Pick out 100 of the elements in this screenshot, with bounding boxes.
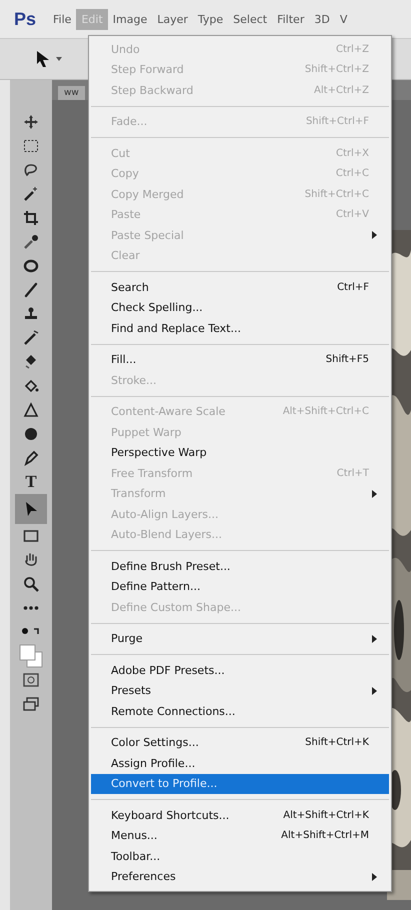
menu-item[interactable]: Search Ctrl+F bbox=[91, 277, 389, 298]
tool-button[interactable] bbox=[15, 494, 47, 524]
caret-icon[interactable] bbox=[56, 57, 62, 61]
arrow-icon bbox=[24, 501, 38, 517]
menu-item-label: Adobe PDF Presets... bbox=[111, 664, 226, 677]
shortcut-label: Alt+Shift+Ctrl+K bbox=[283, 810, 369, 821]
menu-item-label: Menus... bbox=[111, 829, 158, 842]
menu-item-label: Define Custom Shape... bbox=[111, 600, 242, 614]
submenu-arrow-icon bbox=[372, 634, 377, 643]
menu-item[interactable]: Preferences bbox=[91, 866, 389, 887]
menu-item-label: Perspective Warp bbox=[111, 446, 208, 460]
eyedropper-icon bbox=[23, 234, 39, 250]
menu-item[interactable]: Define Brush Preset... bbox=[91, 556, 389, 576]
menu-item-label: Define Pattern... bbox=[111, 580, 202, 594]
zoom-icon bbox=[23, 576, 39, 592]
menu-item-label: Convert to Profile... bbox=[111, 777, 218, 790]
hand-icon bbox=[23, 552, 39, 568]
menu-item-label: Content-Aware Scale bbox=[111, 405, 226, 418]
submenu-arrow-icon bbox=[372, 872, 377, 881]
move-icon bbox=[23, 114, 39, 130]
arrow-icon[interactable] bbox=[36, 50, 50, 68]
menu-item-label: Free Transform bbox=[111, 466, 194, 480]
menu-item-label: Presets bbox=[111, 684, 152, 698]
menu-item[interactable]: Define Pattern... bbox=[91, 576, 389, 597]
shortcut-label: Ctrl+X bbox=[336, 148, 369, 159]
menu-item-label: Keyboard Shortcuts... bbox=[111, 808, 230, 822]
menu-item-label: Transform bbox=[111, 487, 167, 500]
crop-icon bbox=[23, 210, 39, 226]
shortcut-label: Shift+F5 bbox=[326, 354, 369, 366]
menu-item-label: Paste Special bbox=[111, 228, 185, 242]
shortcut-label: Ctrl+F bbox=[337, 282, 369, 293]
color-swatches-icon bbox=[18, 643, 44, 669]
menu-item-label: Copy Merged bbox=[111, 188, 185, 201]
menu-bar-item[interactable]: Type bbox=[192, 8, 228, 30]
app-logo: Ps bbox=[14, 8, 36, 30]
ring-icon bbox=[23, 259, 39, 273]
shortcut-label: Shift+Ctrl+F bbox=[306, 116, 369, 128]
menu-bar-item[interactable]: Filter bbox=[272, 8, 310, 30]
menu-item[interactable]: Toolbar... bbox=[91, 846, 389, 866]
shortcut-label: Ctrl+V bbox=[336, 209, 369, 220]
menu-item-label: Step Forward bbox=[111, 63, 185, 76]
menu-bar-item[interactable]: V bbox=[334, 8, 352, 30]
menu-item-label: Fade... bbox=[111, 115, 148, 128]
menu-item-label: Stroke... bbox=[111, 374, 158, 387]
shortcut-label: Alt+Ctrl+Z bbox=[314, 84, 369, 96]
shortcut-label: Ctrl+C bbox=[336, 168, 369, 180]
menu-item-label: Puppet Warp bbox=[111, 426, 182, 439]
pen-icon bbox=[23, 450, 39, 466]
brush-icon bbox=[23, 282, 39, 298]
menu-item-label: Preferences bbox=[111, 870, 177, 884]
menu-item[interactable]: Presets bbox=[91, 680, 389, 701]
menu-item-label: Toolbar... bbox=[111, 850, 162, 863]
menu-item[interactable]: Perspective Warp bbox=[91, 442, 389, 463]
menu-item-label: Remote Connections... bbox=[111, 704, 236, 718]
menu-bar-item[interactable]: File bbox=[48, 8, 76, 30]
menu-item[interactable]: Check Spelling... bbox=[91, 298, 389, 318]
type-tool-label: T bbox=[25, 472, 37, 492]
menu-item-label: Purge bbox=[111, 632, 144, 646]
menu-item-label: Cut bbox=[111, 146, 131, 160]
menu-item[interactable]: Convert to Profile... bbox=[91, 774, 389, 794]
shortcut-label: Ctrl+Z bbox=[336, 44, 369, 55]
menu-item[interactable]: Menus... Alt+Shift+Ctrl+M bbox=[91, 826, 389, 846]
mask-icon bbox=[23, 673, 39, 687]
screen-mode-icon bbox=[23, 697, 39, 711]
document-tab[interactable]: ww bbox=[58, 86, 85, 100]
menu-item[interactable]: Color Settings... Shift+Ctrl+K bbox=[91, 732, 389, 753]
rectangle-icon bbox=[23, 529, 39, 543]
menu-item-label: Step Backward bbox=[111, 84, 194, 97]
menu-item[interactable]: Adobe PDF Presets... bbox=[91, 660, 389, 680]
bucket-icon bbox=[23, 378, 39, 394]
submenu-arrow-icon bbox=[372, 490, 377, 498]
menu-item-label: Assign Profile... bbox=[111, 756, 196, 770]
menu-bar-item[interactable]: Image bbox=[108, 8, 152, 30]
menu-item-label: Define Brush Preset... bbox=[111, 560, 232, 573]
shortcut-label: Shift+Ctrl+Z bbox=[304, 64, 369, 76]
menu-bar-item[interactable]: Layer bbox=[152, 8, 193, 30]
menu-item[interactable]: Fill... Shift+F5 bbox=[91, 350, 389, 370]
menu-item-label: Auto-Blend Layers... bbox=[111, 528, 224, 542]
triangle-icon bbox=[23, 402, 39, 418]
menu-item[interactable]: Assign Profile... bbox=[91, 753, 389, 774]
marquee-icon bbox=[23, 139, 39, 153]
menu-item[interactable]: Keyboard Shortcuts... Alt+Shift+Ctrl+K bbox=[91, 805, 389, 826]
menu-item-label: Color Settings... bbox=[111, 736, 200, 750]
submenu-arrow-icon bbox=[372, 686, 377, 695]
shortcut-label: Shift+Ctrl+K bbox=[305, 737, 369, 748]
wand-icon bbox=[23, 186, 39, 202]
menu-item-label: Fill... bbox=[111, 353, 138, 366]
menu-item-label: Find and Replace Text... bbox=[111, 322, 242, 335]
stamp-icon bbox=[23, 306, 39, 322]
tool-button[interactable]: T bbox=[15, 470, 47, 494]
menu-item[interactable]: Remote Connections... bbox=[91, 701, 389, 722]
menu-item-label: Auto-Align Layers... bbox=[111, 508, 220, 521]
menu-bar-item[interactable]: Select bbox=[228, 8, 272, 30]
shortcut-label: Alt+Shift+Ctrl+C bbox=[282, 406, 369, 418]
menu-item[interactable]: Purge bbox=[91, 628, 389, 649]
menu-item-label: Undo bbox=[111, 42, 141, 56]
menu-item[interactable]: Find and Replace Text... bbox=[91, 318, 389, 338]
menu-bar-item[interactable]: 3D bbox=[309, 8, 335, 30]
menu-item-label: Check Spelling... bbox=[111, 301, 204, 314]
submenu-arrow-icon bbox=[372, 231, 377, 240]
